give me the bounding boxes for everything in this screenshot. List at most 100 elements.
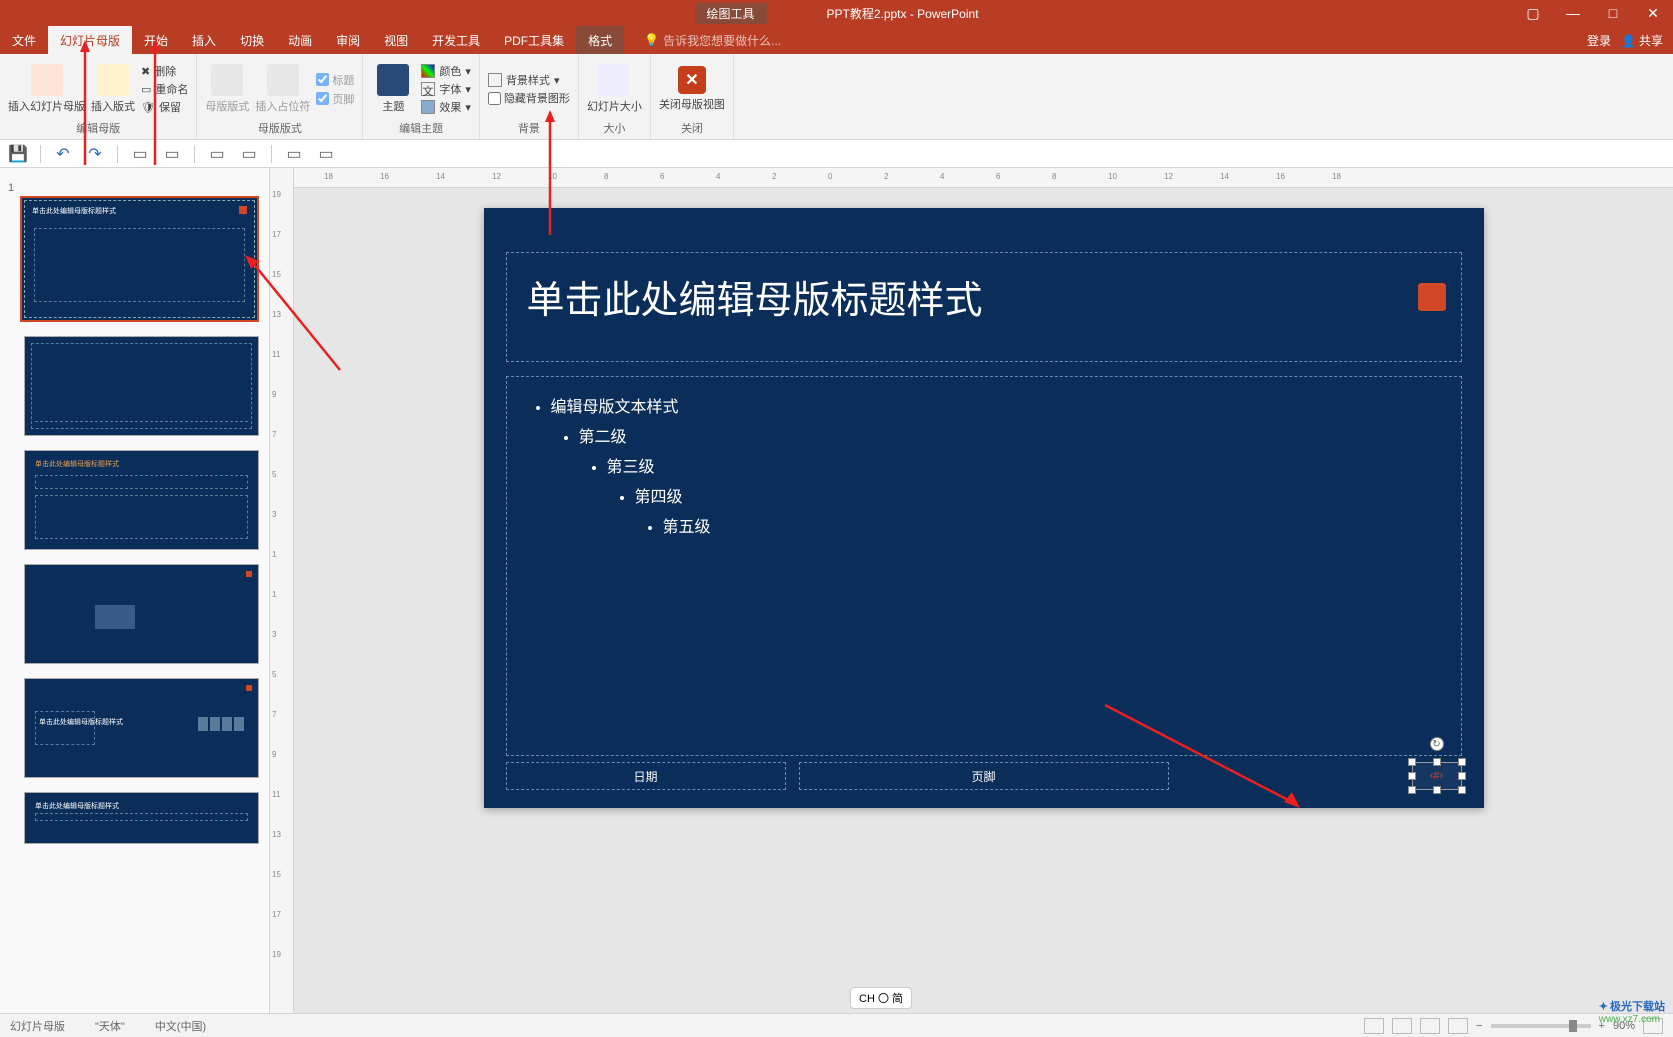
tab-file[interactable]: 文件 [0,26,48,54]
rotate-handle-icon[interactable]: ↻ [1430,737,1444,751]
preserve-icon: 🛡 [141,101,155,114]
bg-styles-button[interactable]: 背景样式 ▾ [488,72,570,88]
close-master-view-button[interactable]: ✕ 关闭母版视图 [659,58,725,120]
group-background: 背景样式 ▾ 隐藏背景图形 背景 [480,54,579,139]
status-theme: "天体" [95,1018,125,1034]
redo-button[interactable]: ↷ [85,144,105,164]
tab-format[interactable]: 格式 [576,26,624,54]
thumb-layout-3[interactable] [24,564,259,664]
slide-master-editor[interactable]: 单击此处编辑母版标题样式 编辑母版文本样式 第二级 第三级 第四级 第五级 [484,208,1484,808]
tab-animations[interactable]: 动画 [276,26,324,54]
themes-icon [377,64,409,96]
colors-button[interactable]: 颜色 ▾ [421,63,471,79]
qat-btn-4[interactable]: ▭ [239,144,259,164]
thumb-layout-1[interactable] [24,336,259,436]
thumb-layout-5[interactable]: 单击此处编辑母版标题样式 [24,792,259,844]
thumb-master[interactable]: 单击此处编辑母版标题样式 [20,196,259,322]
master-number: 1 [8,182,14,194]
master-layout-button: 母版版式 [205,58,249,120]
tab-developer[interactable]: 开发工具 [420,26,492,54]
group-edit-master: 插入幻灯片母版 插入版式 ✖删除 ▭重命名 🛡保留 编辑母版 [0,54,197,139]
group-size: 幻灯片大小 大小 [579,54,651,139]
title-placeholder[interactable]: 单击此处编辑母版标题样式 [506,252,1462,362]
selection-handle[interactable] [1408,786,1416,794]
watermark: ✦极光下载站 www.xz7.com [1599,998,1665,1025]
tab-pdf-tools[interactable]: PDF工具集 [492,26,576,54]
close-window-icon[interactable]: ✕ [1633,0,1673,26]
selection-handle[interactable] [1458,758,1466,766]
ime-indicator[interactable]: CH 〇 简 [850,987,912,1009]
footer-placeholder[interactable]: 页脚 [799,762,1169,790]
undo-button[interactable]: ↶ [53,144,73,164]
ribbon: 插入幻灯片母版 插入版式 ✖删除 ▭重命名 🛡保留 编辑母版 母版版式 插入占位… [0,54,1673,140]
date-placeholder[interactable]: 日期 [506,762,786,790]
tab-slide-master[interactable]: 幻灯片母版 [48,26,132,54]
themes-button[interactable]: 主题 [371,58,415,120]
content-placeholder[interactable]: 编辑母版文本样式 第二级 第三级 第四级 第五级 [506,376,1462,756]
thumb-layout-2[interactable]: 单击此处编辑母版标题样式 [24,450,259,550]
delete-icon: ✖ [141,65,150,78]
tell-me-search[interactable]: 💡 告诉我您想要做什么... [644,32,781,49]
view-normal-icon[interactable] [1364,1018,1384,1034]
rename-button[interactable]: ▭重命名 [141,81,188,97]
status-language[interactable]: 中文(中国) [155,1018,206,1034]
selection-handle[interactable] [1433,786,1441,794]
slide-size-icon [598,64,630,96]
tab-transitions[interactable]: 切换 [228,26,276,54]
slide-size-button[interactable]: 幻灯片大小 [587,58,642,120]
slide-master-icon [31,64,63,96]
share-button[interactable]: 👤共享 [1621,32,1663,49]
tab-view[interactable]: 视图 [372,26,420,54]
effects-icon [421,100,435,114]
app-title: PPT教程2.pptx - PowerPoint [826,5,978,22]
selection-handle[interactable] [1433,758,1441,766]
slide-canvas[interactable]: 单击此处编辑母版标题样式 编辑母版文本样式 第二级 第三级 第四级 第五级 [294,168,1673,1013]
view-slideshow-icon[interactable] [1448,1018,1468,1034]
tab-home[interactable]: 开始 [132,26,180,54]
preserve-button[interactable]: 🛡保留 [141,99,188,115]
insert-layout-button[interactable]: 插入版式 [91,58,135,120]
qat-btn-2[interactable]: ▭ [162,144,182,164]
thumbnails-panel[interactable]: 1 单击此处编辑母版标题样式 单击此处编辑母版标题样式 单击此处编辑母版标题样式 [0,168,270,1013]
qat-btn-6[interactable]: ▭ [316,144,336,164]
status-view-mode: 幻灯片母版 [10,1018,65,1034]
close-master-icon: ✕ [678,66,706,94]
status-bar: 幻灯片母版 "天体" 中文(中国) − + 90% [0,1013,1673,1037]
ribbon-display-icon[interactable]: ▢ [1513,0,1553,26]
selection-handle[interactable] [1458,786,1466,794]
selection-handle[interactable] [1458,772,1466,780]
placeholder-icon [267,64,299,96]
tab-insert[interactable]: 插入 [180,26,228,54]
group-master-layout: 母版版式 插入占位符 标题 页脚 母版版式 [197,54,363,139]
effects-button[interactable]: 效果 ▾ [421,99,471,115]
login-link[interactable]: 登录 [1587,32,1611,49]
lightbulb-icon: 💡 [644,33,659,47]
delete-button[interactable]: ✖删除 [141,63,188,79]
qat-btn-1[interactable]: ▭ [130,144,150,164]
zoom-slider[interactable] [1491,1024,1591,1028]
minimize-icon[interactable]: — [1553,0,1593,26]
group-close: ✕ 关闭母版视图 关闭 [651,54,734,139]
selection-handle[interactable] [1408,758,1416,766]
editor-area: 18161412108642024681012141618 1917151311… [270,168,1673,1013]
selection-handle[interactable] [1408,772,1416,780]
master-layout-icon [211,64,243,96]
qat-btn-5[interactable]: ▭ [284,144,304,164]
thumb-layout-4[interactable]: 单击此处编辑母版标题样式 [24,678,259,778]
insert-slide-master-button[interactable]: 插入幻灯片母版 [8,58,85,120]
chk-hide-bg-graphics[interactable]: 隐藏背景图形 [488,90,570,106]
insert-placeholder-button: 插入占位符 [255,58,310,120]
maximize-icon[interactable]: □ [1593,0,1633,26]
tab-review[interactable]: 审阅 [324,26,372,54]
fonts-button[interactable]: 文字体 ▾ [421,81,471,97]
contextual-tab-label: 绘图工具 [694,3,766,24]
view-reading-icon[interactable] [1420,1018,1440,1034]
save-button[interactable]: 💾 [8,144,28,164]
group-edit-theme: 主题 颜色 ▾ 文字体 ▾ 效果 ▾ 编辑主题 [363,54,480,139]
view-sorter-icon[interactable] [1392,1018,1412,1034]
fonts-icon: 文 [421,82,435,96]
page-number-placeholder[interactable]: ↻ ‹#› [1412,762,1462,790]
zoom-out-icon[interactable]: − [1476,1020,1482,1032]
logo-icon [1418,283,1446,311]
qat-btn-3[interactable]: ▭ [207,144,227,164]
